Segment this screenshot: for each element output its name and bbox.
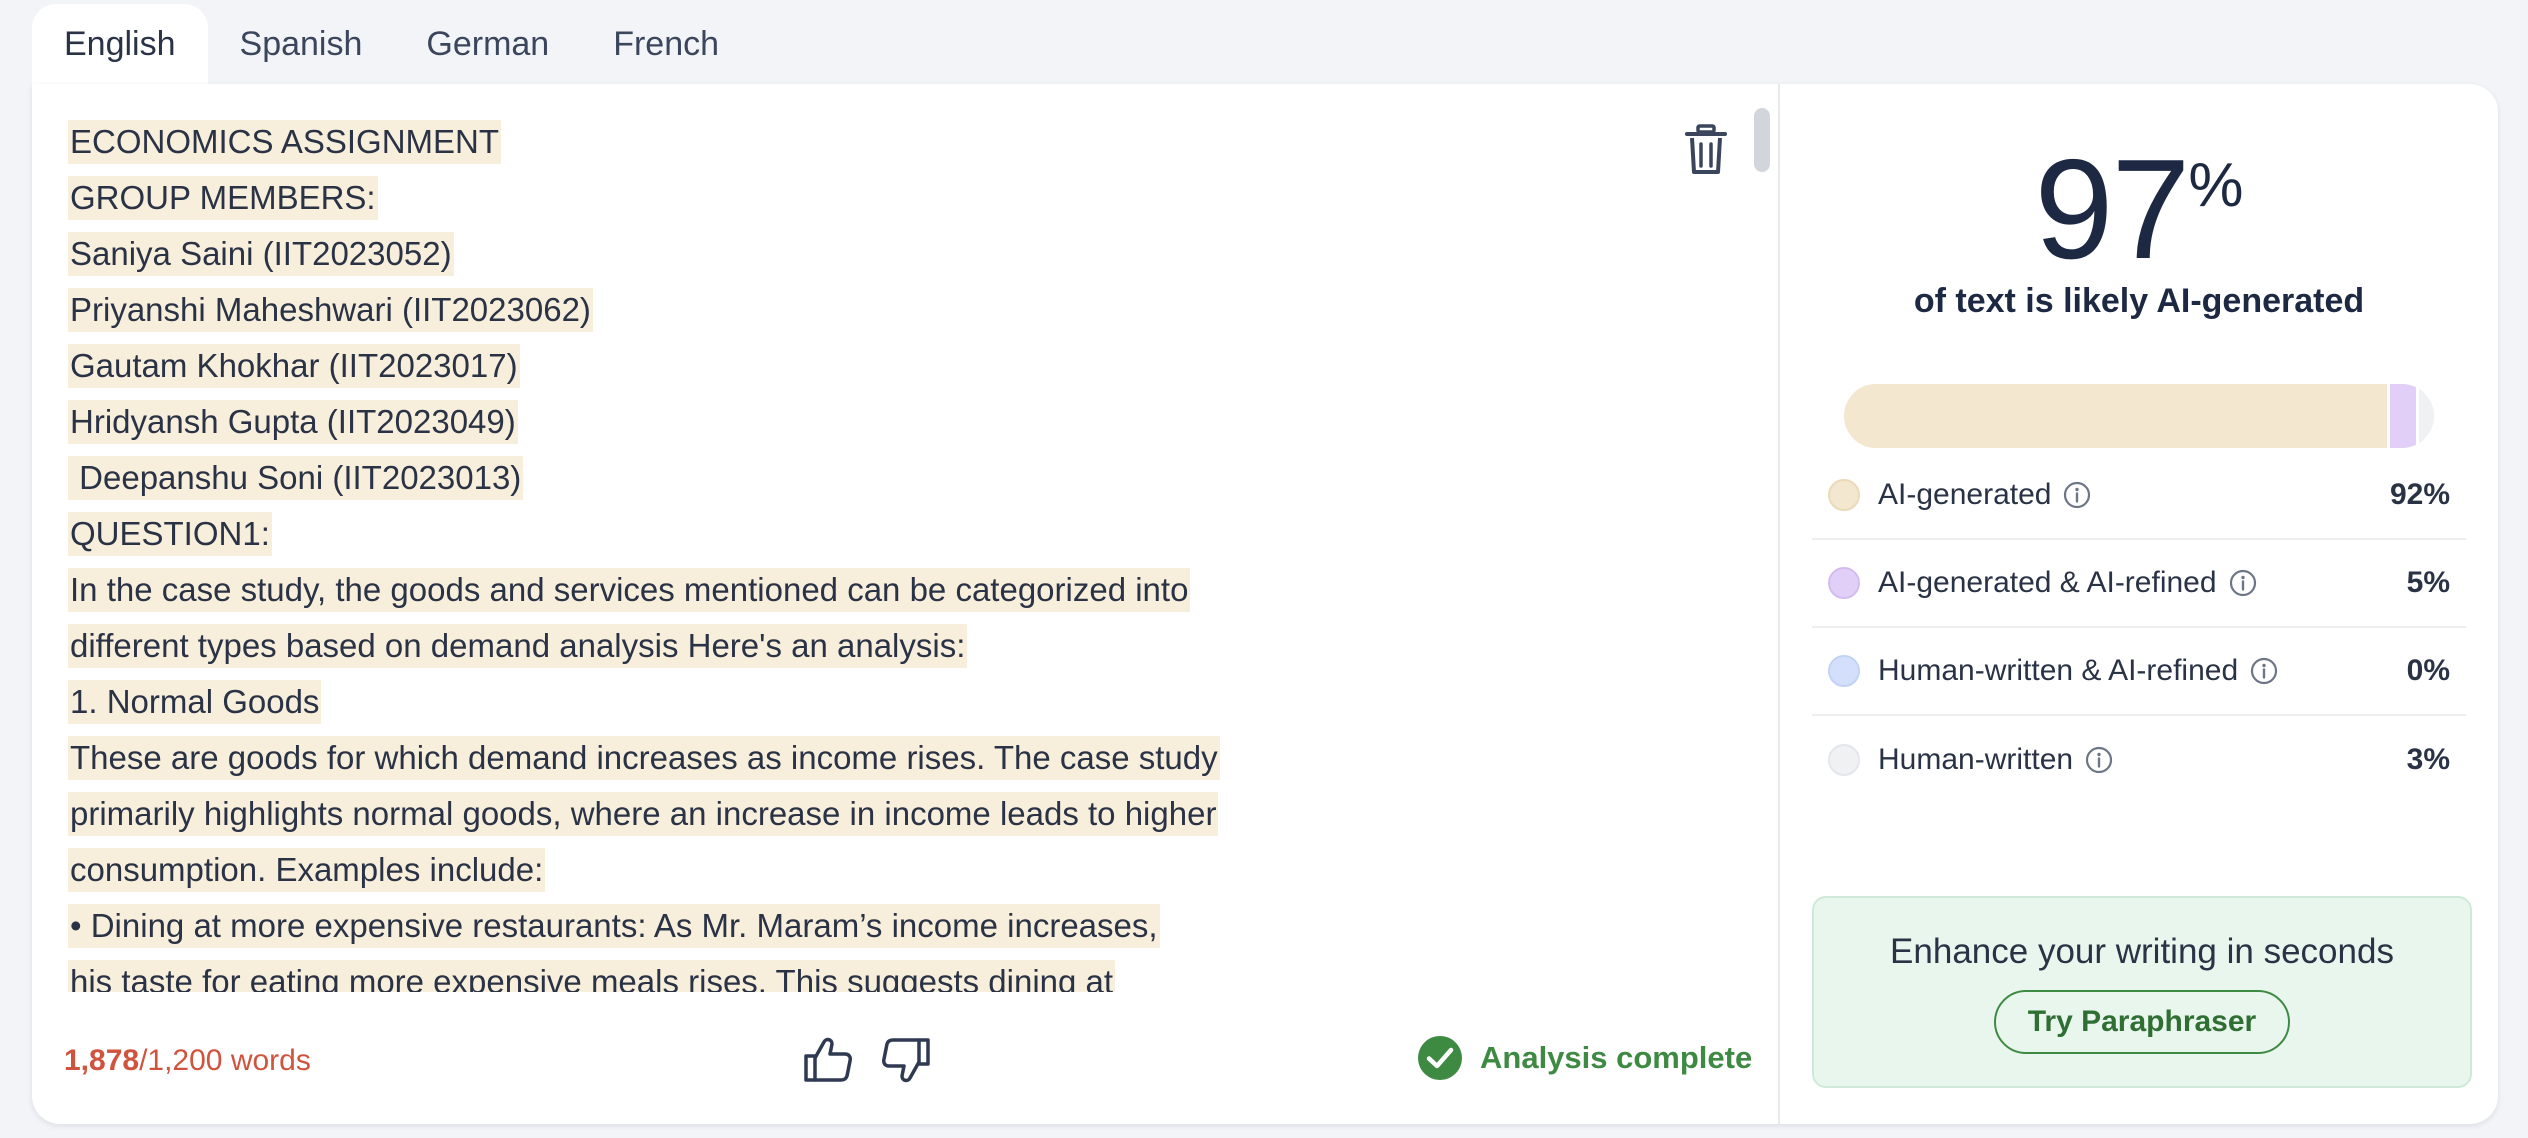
- legend-value: 5%: [2406, 566, 2450, 599]
- legend-value: 3%: [2406, 743, 2450, 776]
- info-icon[interactable]: [2063, 481, 2091, 509]
- legend-dot: [1828, 744, 1860, 776]
- highlighted-text: primarily highlights normal goods, where…: [68, 792, 1219, 836]
- text-line: QUESTION1:: [68, 506, 1668, 562]
- highlighted-text: Hridyansh Gupta (IIT2023049): [68, 400, 518, 444]
- score-breakdown: AI-generated 92% AI-generated & AI-refin…: [1812, 452, 2466, 804]
- status-text: Analysis complete: [1480, 1040, 1753, 1075]
- detector-card: ECONOMICS ASSIGNMENT GROUP MEMBERS: Sani…: [32, 84, 2498, 1124]
- text-line: consumption. Examples include:: [68, 842, 1668, 898]
- promo-title: Enhance your writing in seconds: [1890, 932, 2394, 971]
- legend-dot: [1828, 479, 1860, 511]
- legend-dot: [1828, 655, 1860, 687]
- score-distribution-bar: [1844, 384, 2434, 448]
- text-editor: ECONOMICS ASSIGNMENT GROUP MEMBERS: Sani…: [32, 84, 1778, 1124]
- highlighted-text: GROUP MEMBERS:: [68, 176, 378, 220]
- text-line: Priyanshi Maheshwari (IIT2023062): [68, 282, 1668, 338]
- word-count: 1,878/1,200 words: [64, 1044, 311, 1078]
- text-line: different types based on demand analysis…: [68, 618, 1668, 674]
- tab-english[interactable]: English: [32, 4, 208, 84]
- tab-spanish[interactable]: Spanish: [208, 4, 395, 84]
- highlighted-text: his taste for eating more expensive meal…: [68, 960, 1116, 992]
- info-icon[interactable]: [2250, 657, 2278, 685]
- ai-score: 97%: [1780, 128, 2498, 292]
- highlighted-text: consumption. Examples include:: [68, 848, 546, 892]
- text-line: In the case study, the goods and service…: [68, 562, 1668, 618]
- highlighted-text: These are goods for which demand increas…: [68, 736, 1220, 780]
- info-icon[interactable]: [2085, 746, 2113, 774]
- breakdown-ai-generated: AI-generated 92%: [1812, 452, 2466, 540]
- text-line: primarily highlights normal goods, where…: [68, 786, 1668, 842]
- score-value: 97: [2034, 130, 2190, 289]
- breakdown-ai-generated-ai-refined: AI-generated & AI-refined 5%: [1812, 540, 2466, 628]
- thumbs-down-icon[interactable]: [880, 1034, 932, 1086]
- breakdown-human-written-ai-refined: Human-written & AI-refined 0%: [1812, 628, 2466, 716]
- highlighted-text: different types based on demand analysis…: [68, 624, 968, 668]
- try-paraphraser-button[interactable]: Try Paraphraser: [1993, 990, 2291, 1054]
- tab-french[interactable]: French: [581, 4, 751, 84]
- highlighted-text: 1. Normal Goods: [68, 680, 322, 724]
- highlighted-text: QUESTION1:: [68, 512, 272, 556]
- editor-footer: 1,878/1,200 words Analysis complete: [32, 1004, 1778, 1124]
- bar-segment: [2386, 384, 2417, 448]
- editor-scrollbar[interactable]: [1754, 108, 1770, 172]
- text-line: Gautam Khokhar (IIT2023017): [68, 338, 1668, 394]
- legend-label: AI-generated & AI-refined: [1878, 566, 2217, 599]
- paraphraser-promo: Enhance your writing in seconds Try Para…: [1812, 896, 2472, 1088]
- text-line: Hridyansh Gupta (IIT2023049): [68, 394, 1668, 450]
- legend-label: AI-generated: [1878, 478, 2052, 511]
- bar-segment: [2416, 384, 2434, 448]
- text-line: These are goods for which demand increas…: [68, 730, 1668, 786]
- highlighted-text: • Dining at more expensive restaurants: …: [68, 904, 1160, 948]
- check-circle-icon: [1418, 1036, 1462, 1080]
- tab-german[interactable]: German: [394, 4, 581, 84]
- bar-segment: [1844, 384, 2387, 448]
- word-limit: /1,200 words: [139, 1044, 311, 1077]
- highlighted-text: Saniya Saini (IIT2023052): [68, 232, 454, 276]
- legend-label: Human-written & AI-refined: [1878, 654, 2239, 687]
- legend-dot: [1828, 567, 1860, 599]
- highlighted-text: Priyanshi Maheshwari (IIT2023062): [68, 288, 593, 332]
- score-unit: %: [2188, 151, 2244, 220]
- highlighted-text: ECONOMICS ASSIGNMENT: [68, 120, 502, 164]
- text-input-area[interactable]: ECONOMICS ASSIGNMENT GROUP MEMBERS: Sani…: [68, 114, 1668, 992]
- analysis-status: Analysis complete: [1418, 1036, 1752, 1080]
- legend-label: Human-written: [1878, 743, 2074, 776]
- highlighted-text: In the case study, the goods and service…: [68, 568, 1191, 612]
- text-line: Deepanshu Soni (IIT2023013): [68, 450, 1668, 506]
- text-line: 1. Normal Goods: [68, 674, 1668, 730]
- thumbs-up-icon[interactable]: [802, 1034, 854, 1086]
- legend-value: 92%: [2389, 478, 2450, 511]
- text-line: • Dining at more expensive restaurants: …: [68, 898, 1668, 954]
- score-label: of text is likely AI-generated: [1913, 282, 2365, 320]
- highlighted-text: Gautam Khokhar (IIT2023017): [68, 344, 520, 388]
- legend-value: 0%: [2406, 654, 2450, 687]
- highlighted-text: Deepanshu Soni (IIT2023013): [68, 456, 524, 500]
- text-line: GROUP MEMBERS:: [68, 170, 1668, 226]
- word-count-value: 1,878: [64, 1044, 140, 1077]
- trash-icon[interactable]: [1684, 124, 1728, 176]
- breakdown-human-written: Human-written 3%: [1812, 716, 2466, 804]
- text-line: his taste for eating more expensive meal…: [68, 954, 1668, 992]
- results-panel: 97% of text is likely AI-generated AI-ge…: [1780, 84, 2498, 1124]
- info-icon[interactable]: [2229, 569, 2257, 597]
- text-line: Saniya Saini (IIT2023052): [68, 226, 1668, 282]
- text-line: ECONOMICS ASSIGNMENT: [68, 114, 1668, 170]
- language-tabs: English Spanish German French: [32, 4, 751, 84]
